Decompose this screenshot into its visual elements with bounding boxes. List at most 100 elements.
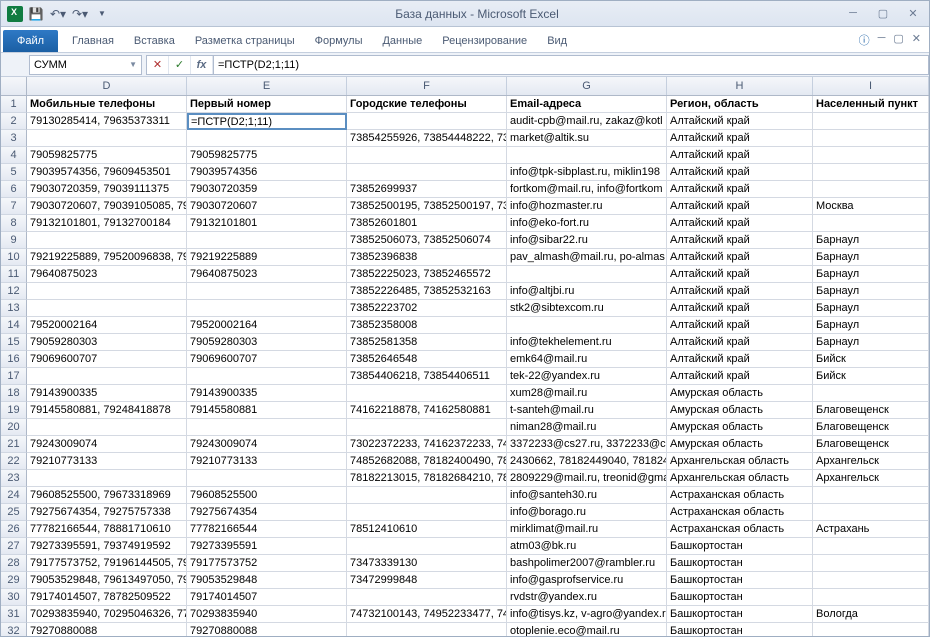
cell[interactable]: 79520002164	[27, 317, 187, 334]
cell[interactable]: Алтайский край	[667, 300, 813, 317]
ribbon-restore-icon[interactable]: ▢	[893, 32, 903, 48]
cell[interactable]	[347, 147, 507, 164]
cell[interactable]: 73852223702	[347, 300, 507, 317]
cell[interactable]: info@santeh30.ru	[507, 487, 667, 504]
row-header[interactable]: 30	[1, 589, 27, 606]
cell[interactable]: 2809229@mail.ru, treonid@gma	[507, 470, 667, 487]
cell[interactable]: Астраханская область	[667, 504, 813, 521]
cell[interactable]: 79243009074	[27, 436, 187, 453]
cell[interactable]: 79143900335	[187, 385, 347, 402]
cell[interactable]	[507, 266, 667, 283]
cell[interactable]: Алтайский край	[667, 215, 813, 232]
cell[interactable]: 79053529848	[187, 572, 347, 589]
cell[interactable]	[187, 232, 347, 249]
cell[interactable]: Алтайский край	[667, 181, 813, 198]
row-header[interactable]: 28	[1, 555, 27, 572]
cell[interactable]	[187, 419, 347, 436]
cell[interactable]: 79219225889, 79520096838, 7983	[27, 249, 187, 266]
cell[interactable]: Алтайский край	[667, 317, 813, 334]
col-header-D[interactable]: D	[27, 77, 187, 95]
cell[interactable]: 79030720359	[187, 181, 347, 198]
cell[interactable]	[813, 623, 929, 636]
cell[interactable]	[27, 232, 187, 249]
cell[interactable]: Вологда	[813, 606, 929, 623]
cell[interactable]: info@eko-fort.ru	[507, 215, 667, 232]
cell[interactable]: rvdstr@yandex.ru	[507, 589, 667, 606]
cell[interactable]: 70293835940	[187, 606, 347, 623]
help-icon[interactable]: ⓘ	[859, 32, 870, 48]
row-header[interactable]: 20	[1, 419, 27, 436]
cell[interactable]	[813, 130, 929, 147]
row-header[interactable]: 15	[1, 334, 27, 351]
row-header[interactable]: 14	[1, 317, 27, 334]
cell[interactable]: 73852396838	[347, 249, 507, 266]
name-box[interactable]: СУММ ▼	[29, 55, 142, 75]
cell[interactable]: 79132101801, 79132700184	[27, 215, 187, 232]
cell[interactable]	[813, 147, 929, 164]
row-header[interactable]: 9	[1, 232, 27, 249]
cell[interactable]: otoplenie.eco@mail.ru	[507, 623, 667, 636]
cell[interactable]: Архангельская область	[667, 453, 813, 470]
cell[interactable]: info@gasprofservice.ru	[507, 572, 667, 589]
cell[interactable]: Барнаул	[813, 249, 929, 266]
cell[interactable]: 73852358008	[347, 317, 507, 334]
row-header[interactable]: 5	[1, 164, 27, 181]
cell[interactable]: Амурская область	[667, 402, 813, 419]
cell[interactable]: Благовещенск	[813, 436, 929, 453]
cell[interactable]: 2430662, 78182449040, 78182470	[507, 453, 667, 470]
cell[interactable]: 79053529848, 79613497050, 7961	[27, 572, 187, 589]
cell[interactable]: Башкортостан	[667, 555, 813, 572]
cell[interactable]: 79130285414, 79635373311	[27, 113, 187, 130]
cell[interactable]: 79243009074	[187, 436, 347, 453]
cell[interactable]: Алтайский край	[667, 164, 813, 181]
cell[interactable]: Башкортостан	[667, 538, 813, 555]
cell[interactable]: 73852581358	[347, 334, 507, 351]
cell[interactable]: Алтайский край	[667, 368, 813, 385]
cell[interactable]: fortkom@mail.ru, info@fortkom	[507, 181, 667, 198]
cell[interactable]: info@borago.ru	[507, 504, 667, 521]
cell[interactable]: Москва	[813, 198, 929, 215]
row-header[interactable]: 10	[1, 249, 27, 266]
cell[interactable]: 79273395591	[187, 538, 347, 555]
cell[interactable]: Алтайский край	[667, 351, 813, 368]
cell[interactable]	[27, 368, 187, 385]
cell[interactable]: 79275674354	[187, 504, 347, 521]
cell[interactable]: 79177573752, 79196144505, 7987	[27, 555, 187, 572]
cell[interactable]: 70293835940, 70295046326, 7711	[27, 606, 187, 623]
cell[interactable]: 79520002164	[187, 317, 347, 334]
cell[interactable]: 73852506073, 73852506074	[347, 232, 507, 249]
row-header[interactable]: 17	[1, 368, 27, 385]
cell[interactable]: 73022372233, 74162372233, 7416	[347, 436, 507, 453]
cell[interactable]: Алтайский край	[667, 198, 813, 215]
cell[interactable]	[187, 283, 347, 300]
cell[interactable]: 73852699937	[347, 181, 507, 198]
cell[interactable]: Алтайский край	[667, 334, 813, 351]
cell[interactable]	[27, 470, 187, 487]
cell[interactable]: 73852225023, 73852465572	[347, 266, 507, 283]
cell[interactable]	[813, 572, 929, 589]
cell[interactable]: Алтайский край	[667, 249, 813, 266]
cell[interactable]: 3372233@cs27.ru, 3372233@cs2	[507, 436, 667, 453]
save-icon[interactable]: 💾	[27, 5, 45, 23]
cell[interactable]	[347, 623, 507, 636]
cell[interactable]: Алтайский край	[667, 283, 813, 300]
cell[interactable]: 79270880088	[187, 623, 347, 636]
cell[interactable]: Барнаул	[813, 232, 929, 249]
cell[interactable]: 73854406218, 73854406511	[347, 368, 507, 385]
col-header-F[interactable]: F	[347, 77, 507, 95]
cell[interactable]: 73854255926, 73854448222, 7385	[347, 130, 507, 147]
row-header[interactable]: 4	[1, 147, 27, 164]
cell[interactable]: 77782166544	[187, 521, 347, 538]
cell[interactable]	[813, 181, 929, 198]
row-header[interactable]: 11	[1, 266, 27, 283]
row-header[interactable]: 23	[1, 470, 27, 487]
cell[interactable]: Алтайский край	[667, 232, 813, 249]
cell[interactable]: Бийск	[813, 351, 929, 368]
cell[interactable]: 79030720607, 79039105085, 7903	[27, 198, 187, 215]
cell[interactable]: 79030720607	[187, 198, 347, 215]
cell[interactable]: 79210773133	[187, 453, 347, 470]
cell[interactable]: market@altik.su	[507, 130, 667, 147]
cell[interactable]: 79030720359, 79039111375	[27, 181, 187, 198]
row-header[interactable]: 13	[1, 300, 27, 317]
cell[interactable]: xum28@mail.ru	[507, 385, 667, 402]
